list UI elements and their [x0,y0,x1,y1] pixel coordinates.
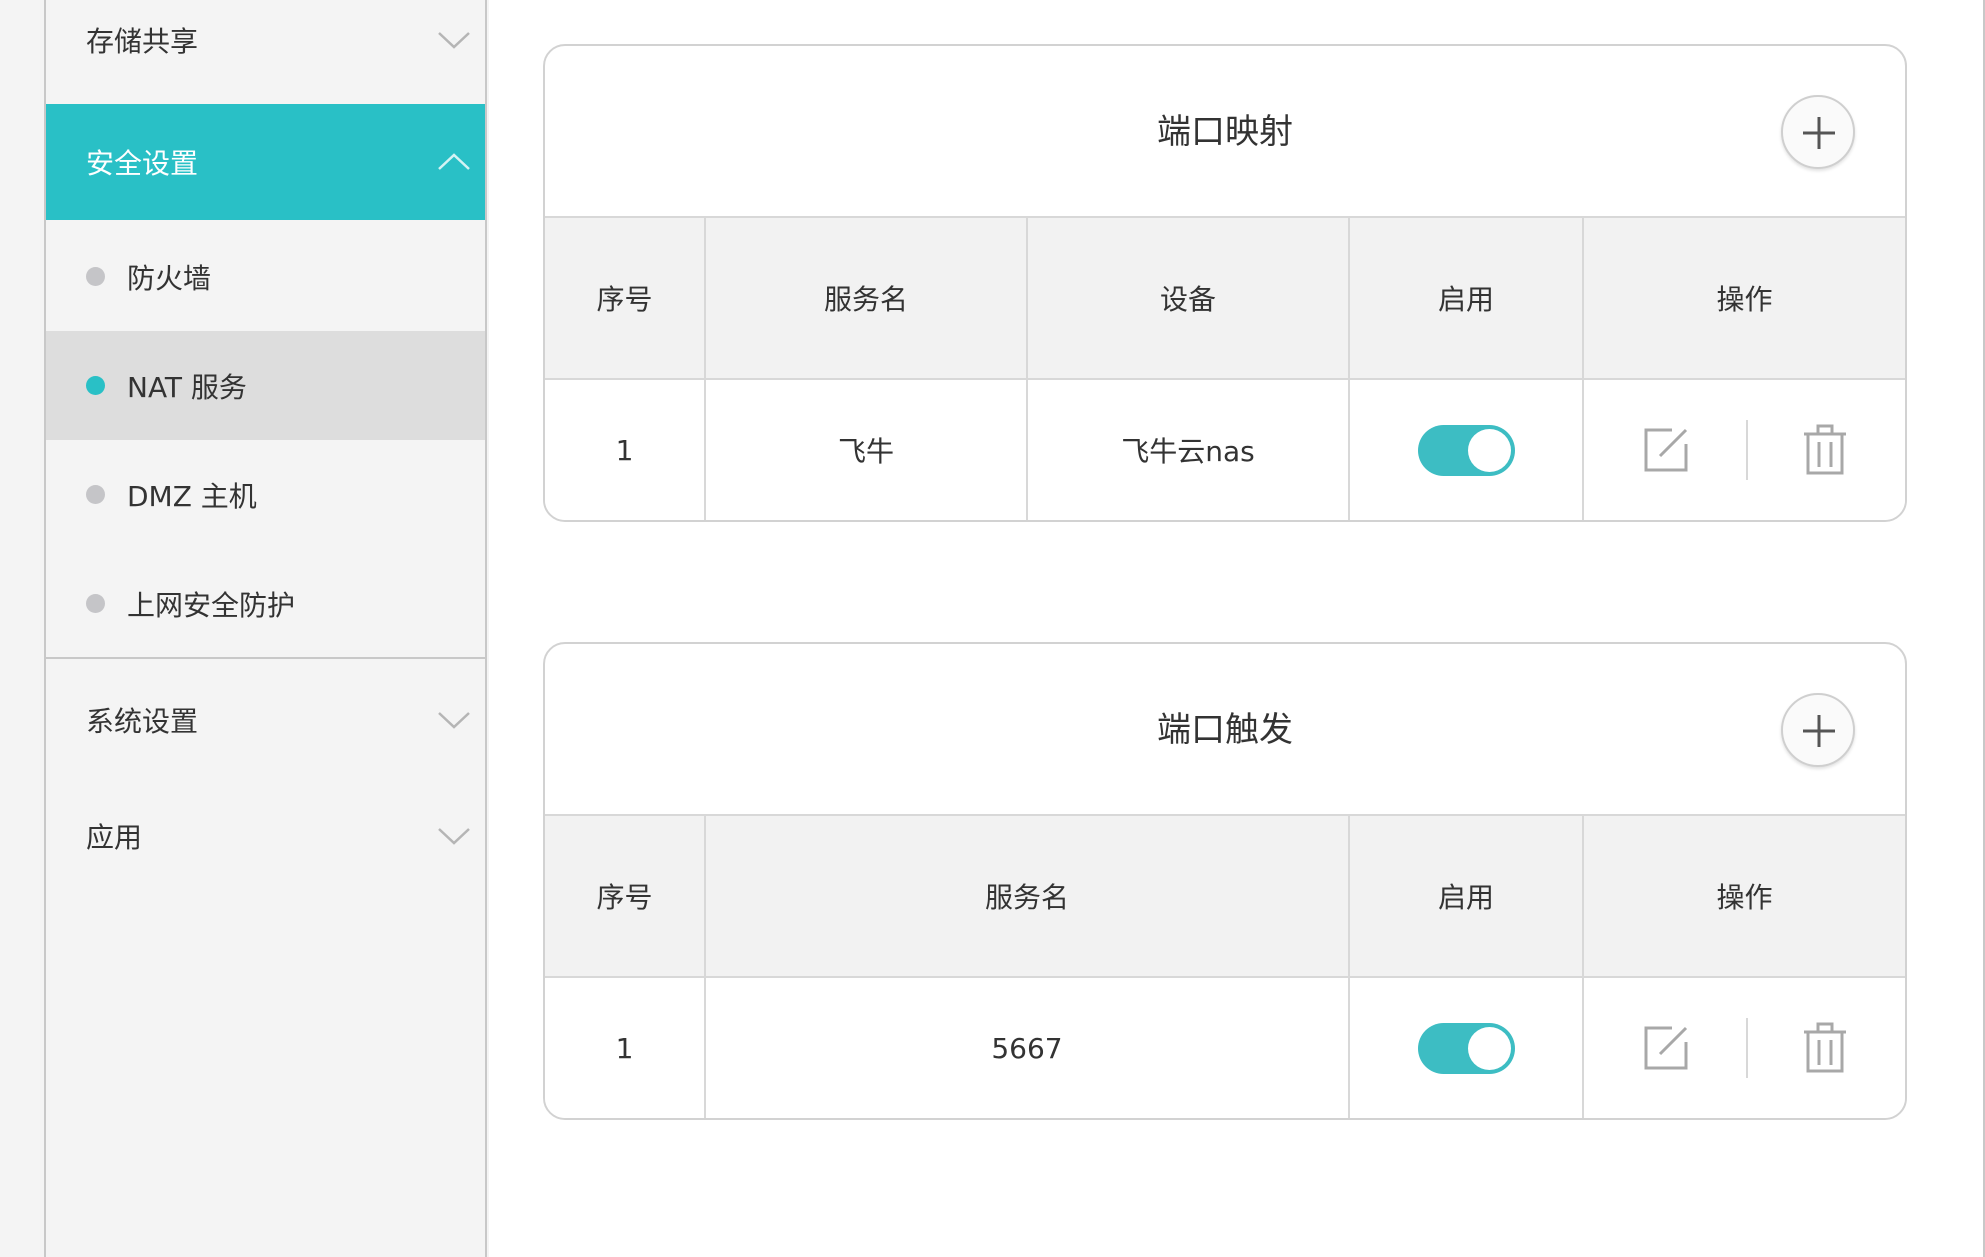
enable-toggle[interactable] [1417,1022,1515,1074]
port-trigger-card: 端口触发 序号 服务名 启用 操作 1 5667 [543,642,1907,1120]
chevron-down-icon [438,32,470,49]
column-header: 设备 [1028,218,1350,378]
sidebar-item-label: 上网安全防护 [127,588,296,622]
column-header: 操作 [1716,881,1773,914]
cell-enable [1350,380,1584,520]
sidebar: 存储共享 安全设置 防火墙 NAT 服务 DMZ 主机 上网安全防护 系统设置 … [44,0,487,1257]
trash-icon[interactable] [1802,424,1848,476]
menu-security-settings[interactable]: 安全设置 [46,104,485,220]
menu-storage-share-label: 存储共享 [86,25,199,58]
card-header: 端口映射 [545,46,1905,218]
sidebar-item-internet-security[interactable]: 上网安全防护 [46,549,485,658]
cell-index: 1 [545,380,706,520]
enable-toggle[interactable] [1417,424,1515,476]
action-divider [1745,420,1748,480]
menu-system-settings-label: 系统设置 [86,705,199,738]
menu-storage-share[interactable]: 存储共享 [46,0,485,80]
sidebar-item-firewall[interactable]: 防火墙 [46,222,485,331]
column-header: 启用 [1350,218,1584,378]
toggle-knob [1467,1026,1511,1070]
sidebar-item-label: NAT 服务 [127,370,247,404]
chevron-down-icon [438,828,470,845]
table-row: 1 飞牛 飞牛云nas [545,380,1905,520]
column-header: 服务名 [706,218,1028,378]
plus-icon [1803,715,1835,747]
add-port-mapping-button[interactable] [1781,95,1855,169]
table-header-row: 序号 服务名 启用 操作 [545,816,1905,978]
sidebar-item-nat-service[interactable]: NAT 服务 [46,331,485,440]
menu-system-settings[interactable]: 系统设置 [46,672,485,768]
sidebar-item-label: 防火墙 [127,261,212,295]
table-row: 1 5667 [545,978,1905,1118]
cell-actions [1584,380,1905,520]
trash-icon[interactable] [1802,1022,1848,1074]
bullet-icon [86,485,105,504]
chevron-down-icon [438,712,470,729]
column-header: 操作 [1716,283,1773,316]
card-title: 端口触发 [1157,710,1293,750]
sidebar-item-dmz-host[interactable]: DMZ 主机 [46,440,485,549]
cell-service-name: 5667 [706,978,1350,1118]
menu-security-settings-label: 安全设置 [86,147,199,180]
cell-service-name: 飞牛 [706,380,1028,520]
port-mapping-card: 端口映射 序号 服务名 设备 启用 操作 1 飞牛 飞牛云nas [543,44,1907,522]
cell-actions [1584,978,1905,1118]
main-content: 端口映射 序号 服务名 设备 启用 操作 1 飞牛 飞牛云nas 端口触发 序号… [489,0,1985,1257]
cell-enable [1350,978,1584,1118]
toggle-knob [1467,428,1511,472]
menu-apps-label: 应用 [86,821,143,854]
card-title: 端口映射 [1157,112,1293,152]
sidebar-divider [46,657,485,659]
column-header: 序号 [545,218,706,378]
bullet-icon [86,376,105,395]
table-header-row: 序号 服务名 设备 启用 操作 [545,218,1905,380]
chevron-up-icon [438,153,470,170]
menu-apps[interactable]: 应用 [46,788,485,884]
card-header: 端口触发 [545,644,1905,816]
bullet-icon [86,594,105,613]
column-header: 启用 [1350,816,1584,976]
column-header: 序号 [545,816,706,976]
add-port-trigger-button[interactable] [1781,693,1855,767]
edit-icon[interactable] [1642,1024,1690,1072]
bullet-icon [86,267,105,286]
cell-device: 飞牛云nas [1028,380,1350,520]
column-header: 服务名 [706,816,1350,976]
edit-icon[interactable] [1642,426,1690,474]
plus-icon [1803,117,1835,149]
cell-index: 1 [545,978,706,1118]
action-divider [1745,1018,1748,1078]
sidebar-item-label: DMZ 主机 [127,479,257,513]
